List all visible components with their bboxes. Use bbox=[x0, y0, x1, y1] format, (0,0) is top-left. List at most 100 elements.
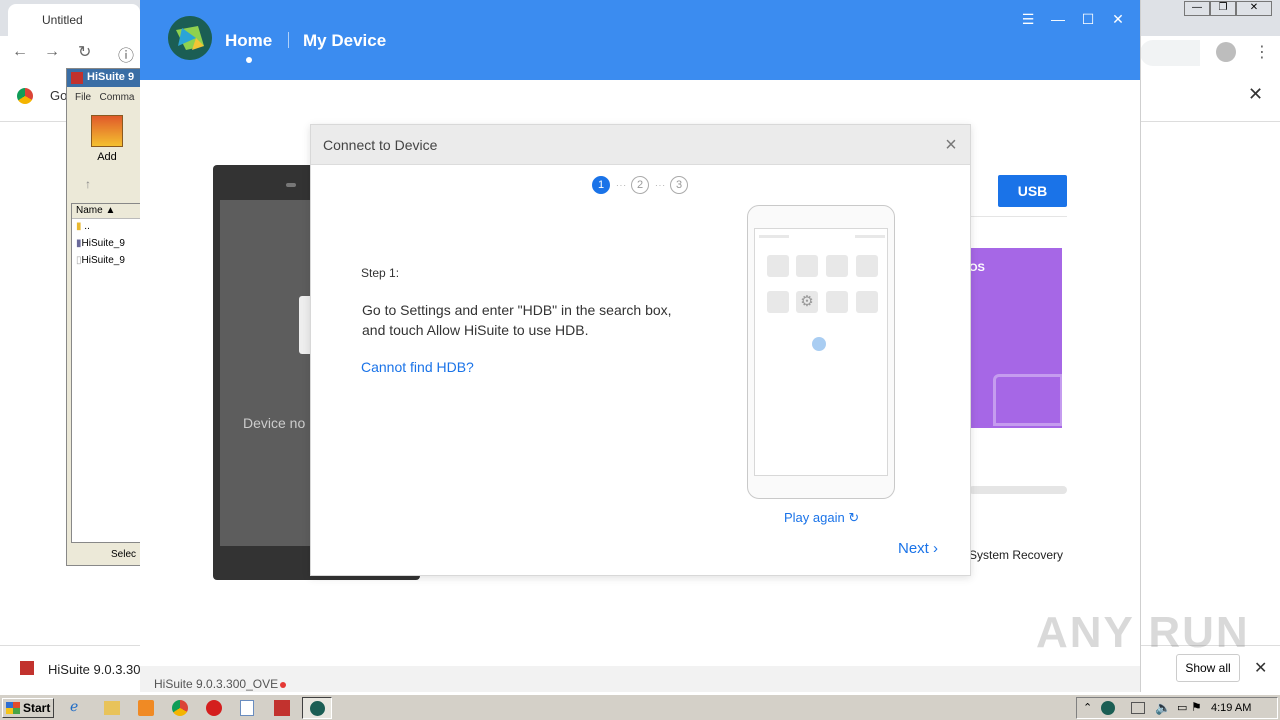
divider bbox=[969, 216, 1067, 217]
address-bar[interactable] bbox=[1140, 40, 1200, 66]
next-button[interactable]: Next › bbox=[898, 540, 938, 557]
maximize-icon[interactable]: ☐ bbox=[1078, 10, 1098, 28]
add-label: Add bbox=[97, 151, 117, 163]
feature-card[interactable]: os bbox=[969, 248, 1063, 428]
archive-icon bbox=[91, 115, 123, 147]
windows-logo-icon bbox=[6, 702, 20, 714]
step-indicator-2: 2 bbox=[631, 176, 649, 194]
device-status-text: Device no bbox=[243, 415, 306, 431]
winrar-taskbar-icon[interactable] bbox=[274, 700, 290, 716]
media-player-icon[interactable] bbox=[138, 700, 154, 716]
add-button[interactable]: Add bbox=[77, 115, 137, 167]
ie-icon[interactable]: ℯ bbox=[70, 698, 92, 718]
nav-my-device[interactable]: My Device bbox=[303, 31, 386, 51]
app-tile bbox=[767, 291, 789, 313]
hisuite-header: Home My Device ☰ — ☐ ✕ bbox=[140, 0, 1140, 80]
status-bar-line bbox=[759, 235, 789, 238]
system-tray: ⌃ 🔈 ▭ ⚑ 4:19 AM bbox=[1076, 697, 1278, 719]
bookmark-label[interactable]: Go bbox=[50, 88, 67, 103]
winrar-logo-icon bbox=[71, 72, 83, 84]
list-item[interactable]: ▮ .. bbox=[72, 219, 142, 236]
taskbar: Start ℯ ⌃ 🔈 ▭ ⚑ 4:19 AM bbox=[0, 694, 1280, 720]
phone-animation: ⚙ bbox=[747, 205, 895, 499]
archive-file-icon bbox=[20, 661, 34, 675]
show-all-button[interactable]: Show all bbox=[1176, 654, 1240, 682]
close-icon[interactable]: ✕ bbox=[1236, 1, 1272, 16]
nav-home[interactable]: Home bbox=[225, 31, 272, 51]
minimize-icon[interactable]: — bbox=[1048, 10, 1068, 28]
folder-icon bbox=[993, 374, 1063, 426]
browser-tab-title: Untitled bbox=[42, 13, 83, 27]
version-text: HiSuite 9.0.3.300_OVE bbox=[154, 677, 279, 691]
safety-icon[interactable]: ▭ bbox=[1177, 701, 1187, 714]
close-download-bar-icon[interactable]: ✕ bbox=[1254, 658, 1267, 678]
menu-file[interactable]: File bbox=[75, 92, 91, 103]
restore-icon[interactable]: ❐ bbox=[1210, 1, 1236, 16]
profile-avatar-icon[interactable] bbox=[1216, 42, 1236, 62]
list-item[interactable]: ▮HiSuite_9 bbox=[72, 236, 142, 253]
app-tile bbox=[856, 255, 878, 277]
settings-gear-icon: ⚙ bbox=[796, 291, 818, 313]
phone-animation-screen: ⚙ bbox=[754, 228, 888, 476]
chrome-taskbar-icon[interactable] bbox=[172, 700, 188, 716]
step-label: Step 1: bbox=[361, 266, 400, 280]
download-filename[interactable]: HiSuite 9.0.3.300 bbox=[48, 662, 148, 677]
menu-icon[interactable]: ☰ bbox=[1018, 10, 1038, 28]
app-tile bbox=[856, 291, 878, 313]
chevron-up-icon[interactable]: ⌃ bbox=[1083, 701, 1092, 714]
cannot-find-hdb-link[interactable]: Cannot find HDB? bbox=[361, 359, 474, 375]
start-button[interactable]: Start bbox=[2, 698, 54, 718]
browser-tab[interactable]: Untitled bbox=[8, 4, 140, 36]
hisuite-taskbar-button[interactable] bbox=[302, 697, 332, 719]
close-icon[interactable]: ✕ bbox=[1108, 10, 1128, 28]
hisuite-footer: HiSuite 9.0.3.300_OVE bbox=[140, 666, 1140, 692]
replay-icon: ↻ bbox=[848, 510, 860, 525]
dialog-header: Connect to Device × bbox=[311, 125, 970, 165]
list-item[interactable]: ▯HiSuite_9 bbox=[72, 253, 142, 270]
hisuite-taskbar-icon bbox=[310, 701, 325, 716]
hisuite-logo-icon bbox=[168, 16, 212, 60]
watermark: ANY RUN bbox=[1036, 608, 1250, 657]
status-bar: Selec bbox=[111, 549, 137, 560]
column-header-name[interactable]: Name ▲ bbox=[72, 204, 142, 219]
play-again-button[interactable]: Play again ↻ bbox=[784, 510, 859, 526]
up-arrow-icon[interactable]: ↑ bbox=[85, 177, 91, 191]
chrome-icon bbox=[17, 88, 33, 104]
winrar-window: HiSuite 9 File Comma Add ↑ Name ▲ ▮ .. ▮… bbox=[66, 68, 147, 566]
network-icon[interactable] bbox=[1131, 702, 1145, 714]
info-icon[interactable]: ⓘ bbox=[118, 42, 134, 66]
step-separator: ··· bbox=[616, 181, 627, 190]
speaker-icon bbox=[286, 183, 296, 187]
system-recovery-link[interactable]: System Recovery bbox=[969, 548, 1063, 562]
active-nav-indicator bbox=[246, 57, 252, 63]
winrar-file-list: Name ▲ ▮ .. ▮HiSuite_9 ▯HiSuite_9 bbox=[71, 203, 143, 543]
dialog-title: Connect to Device bbox=[323, 137, 438, 153]
close-infobar-icon[interactable]: ✕ bbox=[1248, 84, 1263, 105]
browser-window-controls: — ❐ ✕ bbox=[1184, 1, 1274, 17]
menu-dots-icon[interactable]: ⋮ bbox=[1254, 42, 1270, 62]
chevron-right-icon: › bbox=[933, 540, 939, 557]
progress-bar bbox=[969, 486, 1067, 494]
app-tile bbox=[826, 255, 848, 277]
volume-icon[interactable]: 🔈 bbox=[1155, 700, 1171, 716]
folder-icon[interactable] bbox=[104, 701, 120, 715]
forward-icon[interactable]: → bbox=[44, 43, 60, 61]
clock[interactable]: 4:19 AM bbox=[1211, 702, 1251, 714]
reload-icon[interactable]: ↻ bbox=[78, 42, 91, 62]
step-instructions: Go to Settings and enter "HDB" in the se… bbox=[362, 302, 672, 338]
flag-icon[interactable]: ⚑ bbox=[1191, 700, 1202, 714]
close-icon[interactable]: × bbox=[941, 135, 961, 155]
menu-commands[interactable]: Comma bbox=[99, 92, 134, 103]
feature-card-text: os bbox=[969, 262, 985, 274]
hisuite-tray-icon[interactable] bbox=[1101, 701, 1115, 715]
back-icon[interactable]: ← bbox=[12, 43, 28, 61]
app-tile bbox=[826, 291, 848, 313]
minimize-icon[interactable]: — bbox=[1184, 1, 1210, 16]
notepad-icon[interactable] bbox=[240, 700, 254, 716]
opera-icon[interactable] bbox=[206, 700, 222, 716]
usb-button[interactable]: USB bbox=[998, 175, 1067, 207]
update-badge-icon bbox=[280, 682, 287, 688]
connect-dialog: Connect to Device × 1 ··· 2 ··· 3 Step 1… bbox=[310, 124, 971, 576]
step-indicator-3: 3 bbox=[670, 176, 688, 194]
step-separator: ··· bbox=[655, 181, 666, 190]
